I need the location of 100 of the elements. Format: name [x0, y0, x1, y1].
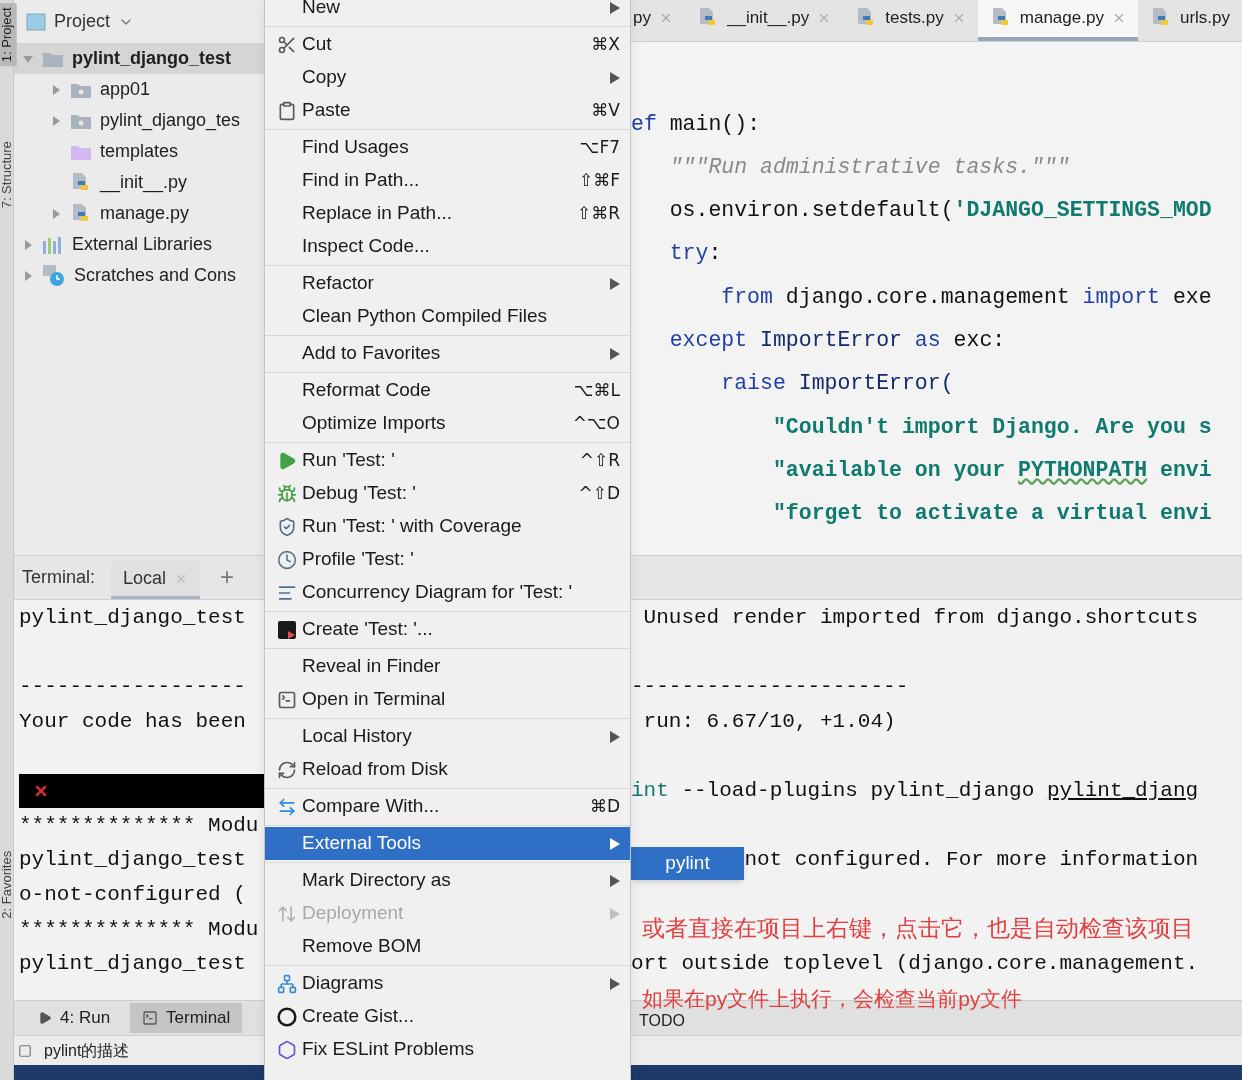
- menu-item[interactable]: Find in Path... ⇧⌘F: [265, 164, 630, 197]
- menu-item[interactable]: New: [265, 0, 630, 24]
- terminal-text: ************** Modu: [19, 812, 259, 839]
- menu-item[interactable]: Reveal in Finder: [265, 650, 630, 683]
- status-message: pylint的描述: [44, 1040, 130, 1061]
- tree-item[interactable]: pylint_django_tes: [14, 105, 264, 136]
- menu-item[interactable]: Optimize Imports ^⌥O: [265, 407, 630, 440]
- menu-item[interactable]: Copy: [265, 61, 630, 94]
- collapsed-arrow-icon[interactable]: [50, 207, 62, 220]
- menu-item[interactable]: Find Usages ⌥F7: [265, 131, 630, 164]
- menu-item[interactable]: Compare With... ⌘D: [265, 790, 630, 823]
- menu-item[interactable]: Replace in Path... ⇧⌘R: [265, 197, 630, 230]
- menu-item[interactable]: Open in Terminal: [265, 683, 630, 716]
- terminal-text: run: 6.67/10, +1.04): [643, 708, 896, 735]
- bug-icon: [276, 483, 297, 504]
- tree-item[interactable]: External Libraries: [14, 229, 264, 260]
- terminal-label: Terminal:: [22, 566, 96, 589]
- terminal-text: ************** Modu: [19, 916, 259, 943]
- clock-icon: [276, 549, 297, 570]
- menu-item[interactable]: Fix ESLint Problems: [265, 1033, 630, 1066]
- tool-window-tab[interactable]: 7: Structure: [0, 137, 17, 213]
- tree-item[interactable]: __init__.py: [14, 167, 264, 198]
- code-line: "Couldn't import Django. Are you s: [771, 413, 1212, 441]
- tool-window-tab[interactable]: 2: Favorites: [0, 847, 17, 923]
- menu-item[interactable]: Concurrency Diagram for 'Test: ': [265, 576, 630, 609]
- terminal-icon: [142, 1010, 159, 1026]
- menu-item[interactable]: Diagrams: [265, 967, 630, 1000]
- libraries-icon: [42, 234, 64, 255]
- collapsed-arrow-icon[interactable]: [50, 83, 62, 96]
- session-tab[interactable]: Local: [111, 561, 201, 599]
- menu-item[interactable]: Mark Directory as: [265, 864, 630, 897]
- code-line: ef main():: [631, 110, 761, 138]
- editor-tab[interactable]: __init__.py: [684, 0, 844, 41]
- editor-tab[interactable]: tests.py: [843, 0, 978, 41]
- menu-item[interactable]: External Tools: [265, 827, 630, 860]
- terminal-text: pylint_django_test: [19, 951, 246, 978]
- menu-item[interactable]: Profile 'Test: ': [265, 543, 630, 576]
- terminal-text: pylint_django_test: [19, 604, 246, 631]
- menu-item[interactable]: Remove BOM: [265, 930, 630, 963]
- code-line: try:: [668, 240, 722, 268]
- tool-window-tab[interactable]: 4: Run: [26, 1003, 123, 1033]
- menu-item[interactable]: Refactor: [265, 267, 630, 300]
- menu-item[interactable]: Paste ⌘V: [265, 94, 630, 127]
- status-icon: [18, 1043, 32, 1058]
- code-line: except ImportError as exc:: [668, 327, 1006, 354]
- hexagon-icon: [276, 1039, 297, 1060]
- scissors-icon: [276, 34, 297, 55]
- menu-item[interactable]: Inspect Code...: [265, 230, 630, 263]
- refresh-icon: [276, 759, 297, 780]
- menu-item[interactable]: Local History: [265, 720, 630, 753]
- menu-item[interactable]: Run 'Test: ' ^⇧R: [265, 444, 630, 477]
- code-line: "forget to activate a virtual envi: [771, 500, 1212, 528]
- menu-item[interactable]: Reformat Code ⌥⌘L: [265, 374, 630, 407]
- tree-item[interactable]: Scratches and Cons: [14, 260, 264, 291]
- submenu-arrow-icon: [610, 730, 620, 743]
- annotation-text: 如果在py文件上执行，会检查当前py文件: [642, 986, 1023, 1012]
- menu-item[interactable]: Add to Favorites: [265, 337, 630, 370]
- terminal-text: int --load-plugins pylint_django pylint_djang: [631, 778, 1199, 805]
- terminal-text: not configured. For more information: [744, 847, 1199, 874]
- tree-item[interactable]: templates: [14, 136, 264, 167]
- tree-item[interactable]: app01: [14, 74, 264, 105]
- menu-item[interactable]: Clean Python Compiled Files: [265, 300, 630, 333]
- menu-item[interactable]: Debug 'Test: ' ^⇧D: [265, 477, 630, 510]
- collapsed-arrow-icon[interactable]: [50, 114, 62, 127]
- terminal-text: pylint_django_test: [19, 847, 246, 874]
- terminal-text: ----------------------: [631, 673, 909, 700]
- annotation-text: 或者直接在项目上右键，点击它，也是自动检查该项目: [642, 914, 1194, 943]
- submenu-arrow-icon: [610, 277, 620, 290]
- terminal-text: o-not-configured (: [19, 882, 246, 909]
- submenu-item[interactable]: pylint: [631, 847, 744, 880]
- menu-item[interactable]: Create 'Test: '...: [265, 613, 630, 646]
- scratches-icon: [42, 263, 66, 288]
- terminal-text: Unused render imported from django.shortcuts: [643, 604, 1199, 631]
- submenu-arrow-icon: [610, 907, 620, 920]
- tool-window-tab[interactable]: Terminal: [130, 1003, 243, 1033]
- terminal-text: Your code has been: [19, 708, 246, 735]
- code-line: from django.core.management import exe: [720, 283, 1212, 311]
- submenu-arrow-icon: [610, 1, 620, 14]
- terminal-icon: [276, 689, 297, 710]
- tool-window-tab[interactable]: TODO: [639, 1009, 685, 1033]
- editor-tab[interactable]: manage.py: [977, 0, 1138, 41]
- collapsed-arrow-icon[interactable]: [22, 269, 34, 282]
- add-tab-button[interactable]: +: [220, 559, 235, 595]
- tree-item[interactable]: manage.py: [14, 198, 264, 229]
- submenu-arrow-icon: [610, 977, 620, 990]
- panel-title[interactable]: Project: [54, 8, 111, 35]
- tool-window-tab[interactable]: 1: Project: [0, 3, 17, 67]
- submenu-arrow-icon: [610, 71, 620, 84]
- menu-item[interactable]: Run 'Test: ' with Coverage: [265, 510, 630, 543]
- diagram-icon: [276, 973, 297, 994]
- tree-item[interactable]: pylint_django_test: [14, 43, 264, 74]
- editor-tab[interactable]: urls.py: [1137, 0, 1242, 41]
- submenu-arrow-icon: [610, 874, 620, 887]
- code-line: "available on your PYTHONPATH envi: [771, 456, 1212, 484]
- code-line: raise ImportError(: [720, 370, 954, 398]
- menu-item[interactable]: Reload from Disk: [265, 753, 630, 786]
- collapsed-arrow-icon[interactable]: [22, 238, 34, 251]
- code-line: """Run administrative tasks.""": [668, 153, 1070, 181]
- submenu-arrow-icon: [610, 347, 620, 360]
- menu-item[interactable]: Create Gist...: [265, 1000, 630, 1033]
